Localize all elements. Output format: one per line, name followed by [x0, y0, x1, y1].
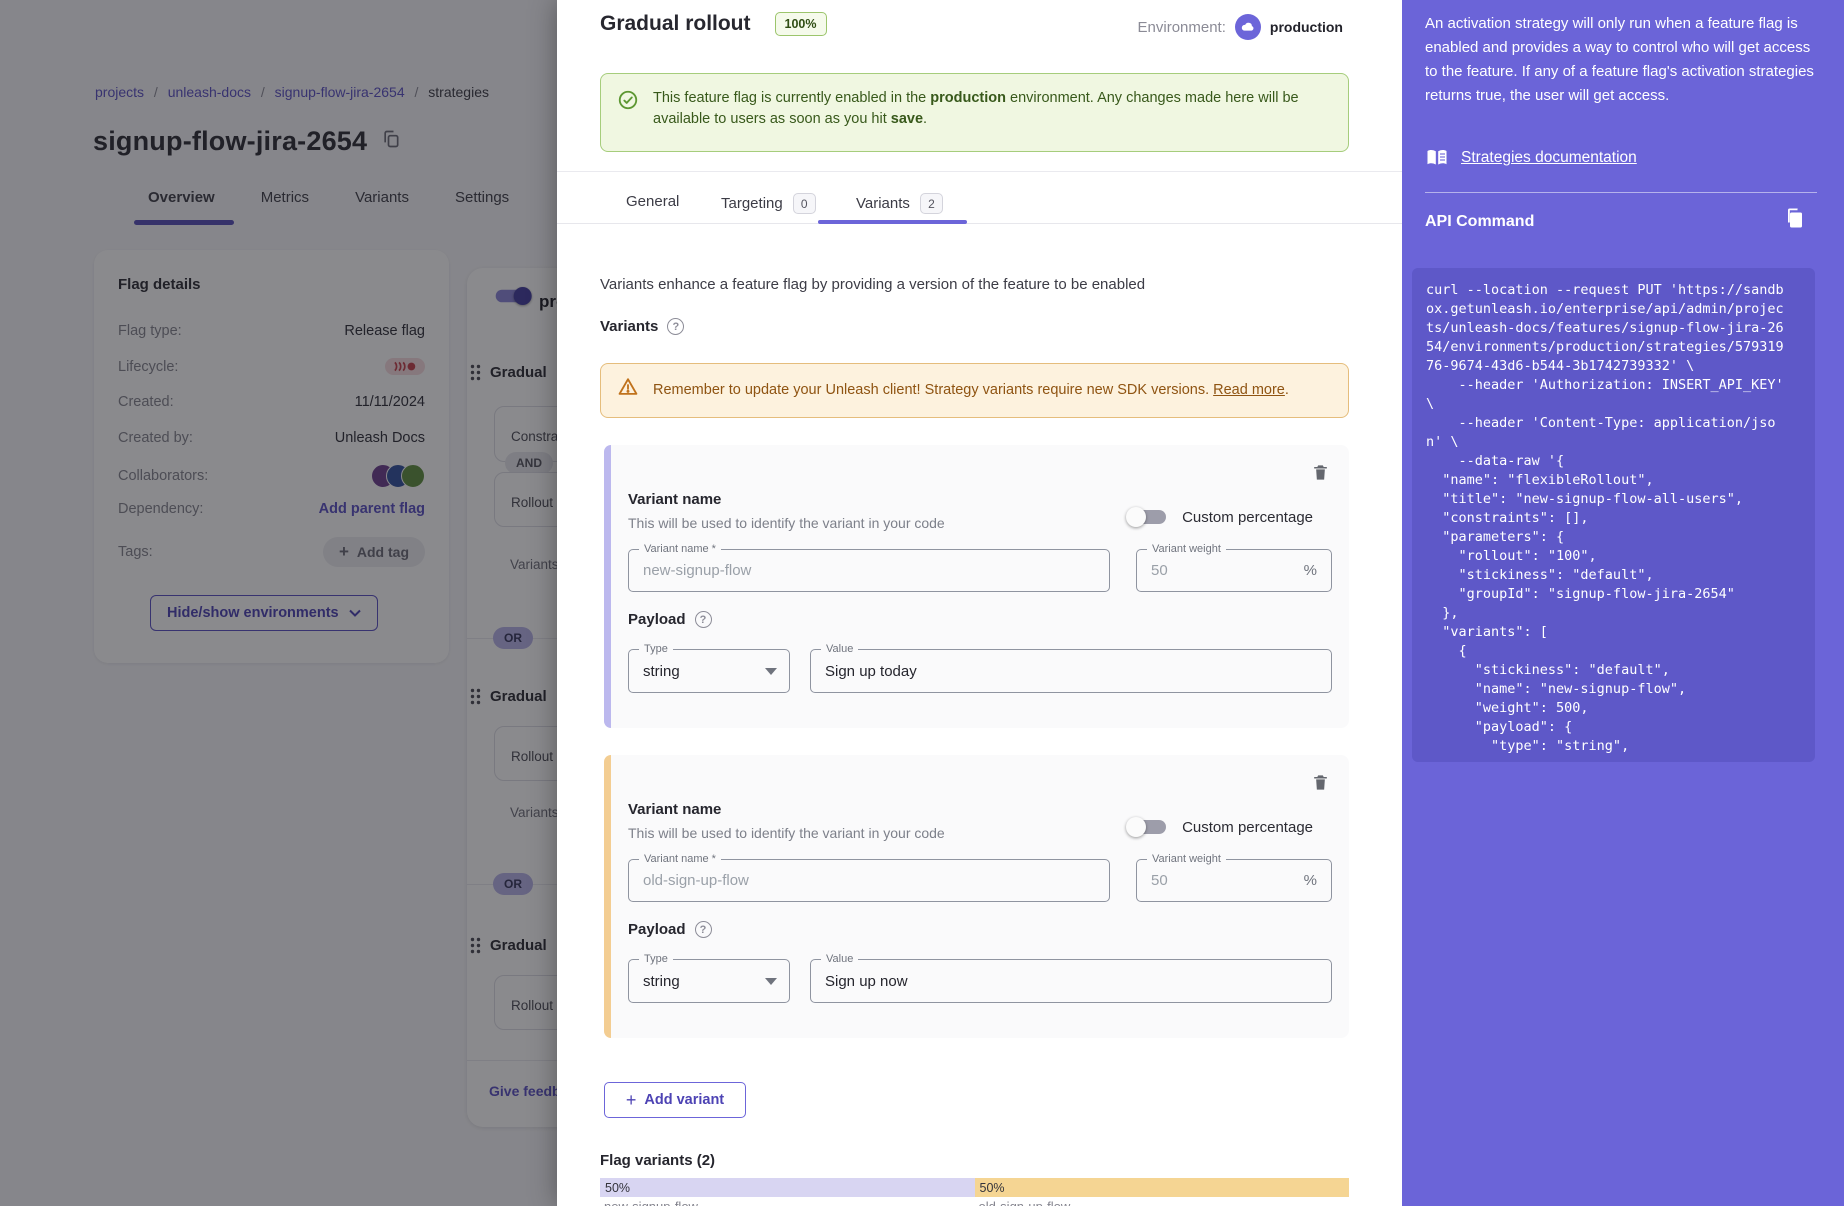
chevron-down-icon — [765, 978, 777, 985]
environment-label: Environment: — [1138, 19, 1226, 36]
modal-title: Gradual rollout — [600, 12, 751, 36]
variant-name-field-label: Variant name * — [639, 853, 721, 866]
help-icon[interactable]: ? — [667, 318, 684, 335]
variant-name-field: Variant name * — [628, 859, 1110, 902]
modal-backdrop[interactable] — [0, 0, 557, 1206]
payload-value-field: Value — [810, 649, 1332, 693]
activation-strategy-info: An activation strategy will only run whe… — [1425, 12, 1817, 108]
api-command-heading: API Command — [1425, 213, 1534, 231]
flag-variants-bar-labels: new-signup-flow old-sign-up-flow — [600, 1199, 1349, 1206]
custom-percentage-toggle[interactable] — [1126, 815, 1172, 839]
percent-unit: % — [1304, 872, 1331, 889]
variants-description: Variants enhance a feature flag by provi… — [600, 276, 1145, 293]
payload-value-label: Value — [821, 643, 858, 656]
sdk-warning-alert: Remember to update your Unleash client! … — [600, 363, 1349, 418]
custom-percentage-row: Custom percentage — [1126, 505, 1313, 529]
payload-value-input[interactable] — [811, 650, 1331, 692]
cloud-icon — [1235, 14, 1261, 40]
trash-icon — [1311, 773, 1330, 792]
flag-variants-heading: Flag variants (2) — [600, 1152, 715, 1169]
tab-variants[interactable]: Variants 2 — [856, 193, 943, 214]
delete-variant-button[interactable] — [1311, 773, 1330, 795]
api-command-code-block: curl --location --request PUT 'https://s… — [1412, 268, 1815, 762]
custom-percentage-toggle[interactable] — [1126, 505, 1172, 529]
variant-bar-label-1: new-signup-flow — [600, 1199, 975, 1206]
payload-type-value: string — [643, 663, 680, 680]
plus-icon: + — [626, 1090, 637, 1111]
rollout-percentage-badge: 100% — [775, 12, 827, 36]
copy-icon — [1783, 206, 1807, 230]
payload-type-label: Type — [639, 953, 673, 966]
variant-bar-segment-2: 50% — [975, 1178, 1350, 1197]
strategies-docs-row: Strategies documentation — [1425, 146, 1637, 170]
header-divider — [557, 171, 1402, 172]
payload-type-value: string — [643, 973, 680, 990]
trash-icon — [1311, 463, 1330, 482]
variant-weight-field-label: Variant weight — [1147, 853, 1226, 866]
tab-targeting[interactable]: Targeting 0 — [721, 193, 816, 214]
variants-count-badge: 2 — [920, 193, 943, 214]
custom-percentage-label: Custom percentage — [1182, 509, 1313, 526]
help-icon[interactable]: ? — [695, 921, 712, 938]
payload-heading: Payload ? — [628, 921, 712, 938]
strategy-help-sidebar: An activation strategy will only run whe… — [1402, 0, 1844, 1206]
variant-weight-field-label: Variant weight — [1147, 543, 1226, 556]
variant-card-2: Variant name This will be used to identi… — [604, 755, 1349, 1038]
success-alert-text: This feature flag is currently enabled i… — [653, 88, 1332, 137]
payload-type-select[interactable]: Type string — [628, 649, 790, 693]
tab-general[interactable]: General — [626, 193, 679, 210]
payload-value-input[interactable] — [811, 960, 1331, 1002]
warning-alert-text: Remember to update your Unleash client! … — [653, 380, 1289, 401]
payload-value-field: Value — [810, 959, 1332, 1003]
delete-variant-button[interactable] — [1311, 463, 1330, 485]
modal-tabs: General Targeting 0 Variants 2 — [557, 182, 1402, 224]
page: projects / unleash-docs / signup-flow-ji… — [0, 0, 1844, 1206]
warning-triangle-icon — [617, 376, 639, 405]
variant-weight-field: Variant weight % — [1136, 549, 1332, 592]
variant-name-heading: Variant name — [628, 491, 721, 508]
variant-bar-segment-1: 50% — [600, 1178, 975, 1197]
variant-name-help: This will be used to identify the varian… — [628, 825, 945, 841]
variant-name-input[interactable] — [629, 550, 1109, 591]
api-command-code: curl --location --request PUT 'https://s… — [1426, 281, 1801, 756]
payload-value-label: Value — [821, 953, 858, 966]
variant-name-field: Variant name * — [628, 549, 1110, 592]
edit-strategy-modal: Gradual rollout 100% Environment: produc… — [557, 0, 1402, 1206]
custom-percentage-row: Custom percentage — [1126, 815, 1313, 839]
targeting-count-badge: 0 — [793, 193, 816, 214]
variant-weight-input[interactable] — [1137, 860, 1304, 901]
payload-type-label: Type — [639, 643, 673, 656]
variant-name-input[interactable] — [629, 860, 1109, 901]
payload-type-select[interactable]: Type string — [628, 959, 790, 1003]
environment-indicator: Environment: production — [1138, 14, 1343, 40]
book-icon — [1425, 146, 1449, 170]
variant-weight-input[interactable] — [1137, 550, 1304, 591]
variant-name-heading: Variant name — [628, 801, 721, 818]
variant-name-help: This will be used to identify the varian… — [628, 515, 945, 531]
strategies-documentation-link[interactable]: Strategies documentation — [1461, 149, 1637, 167]
variant-weight-field: Variant weight % — [1136, 859, 1332, 902]
active-tab-underline — [818, 220, 967, 224]
flag-variants-bar: 50% 50% — [600, 1178, 1349, 1197]
read-more-link[interactable]: Read more — [1213, 382, 1285, 398]
percent-unit: % — [1304, 562, 1331, 579]
copy-api-command-button[interactable] — [1783, 206, 1807, 233]
variant-card-1: Variant name This will be used to identi… — [604, 445, 1349, 728]
check-circle-icon — [617, 89, 639, 137]
environment-value: production — [1270, 19, 1343, 35]
variant-name-field-label: Variant name * — [639, 543, 721, 556]
custom-percentage-label: Custom percentage — [1182, 819, 1313, 836]
chevron-down-icon — [765, 668, 777, 675]
help-icon[interactable]: ? — [695, 611, 712, 628]
variants-section-heading: Variants ? — [600, 318, 684, 335]
sidebar-divider — [1425, 192, 1817, 193]
variant-bar-label-2: old-sign-up-flow — [975, 1199, 1350, 1206]
add-variant-button[interactable]: + Add variant — [604, 1082, 746, 1118]
enabled-success-alert: This feature flag is currently enabled i… — [600, 73, 1349, 152]
payload-heading: Payload ? — [628, 611, 712, 628]
